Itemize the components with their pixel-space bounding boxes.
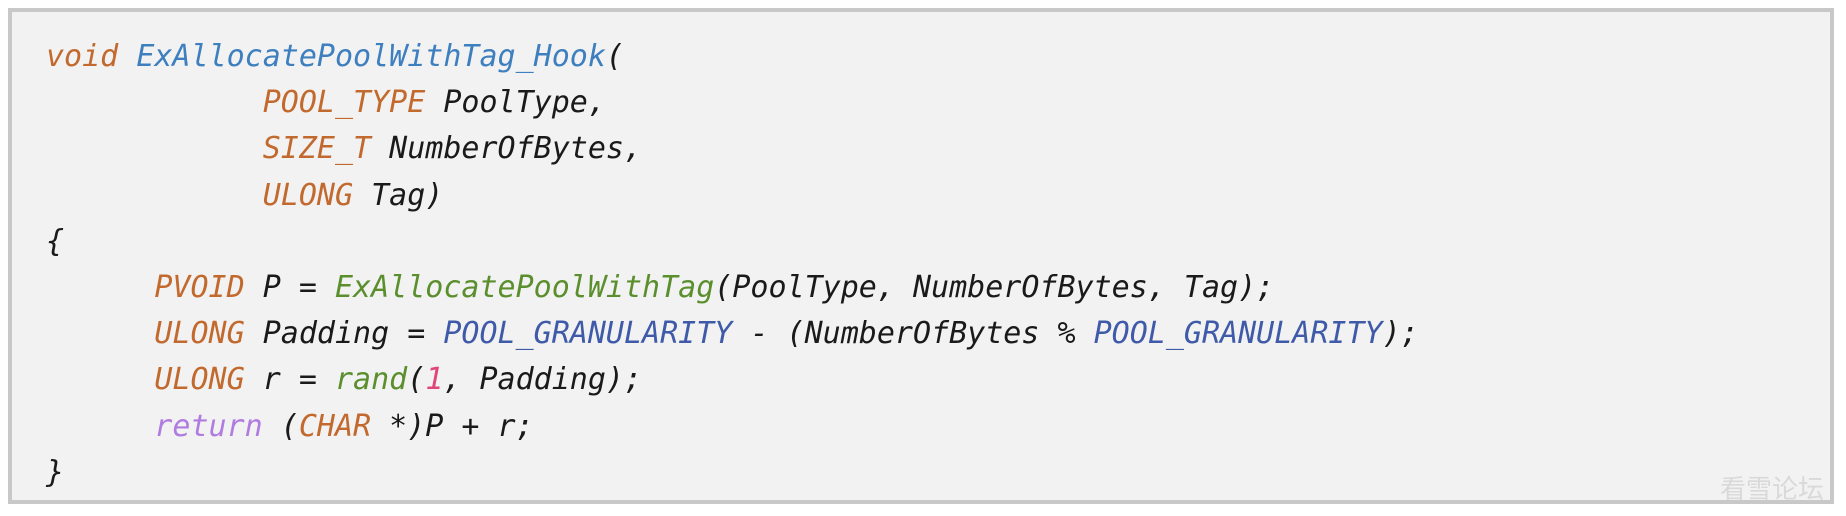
code-token-plain: Padding = [244, 316, 444, 352]
code-token-plain: P = [244, 269, 335, 305]
code-token-type: ULONG [154, 362, 245, 398]
code-token-plain: (PoolType, NumberOfBytes, Tag); [714, 269, 1275, 305]
code-line: ULONG Padding = POOL_GRANULARITY - (Numb… [46, 311, 1419, 357]
code-token-plain: NumberOfBytes, [371, 131, 643, 167]
code-token-plain: { [46, 223, 65, 259]
code-token-func-def: ExAllocatePoolWithTag_Hook [136, 39, 606, 74]
code-block: void ExAllocatePoolWithTag_Hook( POOL_TY… [8, 8, 1834, 504]
code-token-plain: - (NumberOfBytes % [732, 316, 1094, 352]
code-token-type: PVOID [154, 269, 245, 305]
code-line: } [46, 450, 1419, 496]
code-token-plain: ( [605, 39, 624, 74]
code-line: void ExAllocatePoolWithTag_Hook( [46, 34, 1419, 80]
code-token-return: return [154, 408, 263, 444]
code-token-plain: Tag) [353, 177, 444, 213]
code-token-type: CHAR [298, 408, 372, 444]
code-token-num: 1 [425, 362, 444, 398]
code-line: POOL_TYPE PoolType, [46, 80, 1419, 126]
code-token-plain: ( [407, 362, 426, 398]
code-listing: void ExAllocatePoolWithTag_Hook( POOL_TY… [46, 34, 1419, 496]
code-token-func-call: ExAllocatePoolWithTag [335, 269, 715, 305]
code-line: return (CHAR *)P + r; [46, 404, 1419, 450]
code-token-plain: , Padding); [443, 362, 643, 398]
code-token-plain: } [46, 454, 65, 490]
code-token-plain: ); [1382, 316, 1419, 352]
code-token-const: POOL_GRANULARITY [443, 316, 733, 352]
code-token-plain: *)P + r; [371, 408, 534, 444]
watermark: 看雪论坛 [1720, 469, 1824, 506]
code-token-func-call: rand [335, 362, 408, 398]
code-token-type: void [46, 39, 119, 74]
watermark-text: 看雪论坛 [1719, 475, 1824, 505]
code-token-const: POOL_GRANULARITY [1093, 316, 1383, 352]
code-token-plain: ( [262, 408, 299, 444]
code-line: { [46, 219, 1419, 265]
code-token-type: POOL_TYPE [262, 85, 426, 121]
code-line: ULONG Tag) [46, 173, 1419, 219]
code-token-type: ULONG [262, 177, 354, 213]
code-token-type: ULONG [154, 316, 245, 352]
code-token-plain: r = [244, 362, 335, 398]
code-token-type: SIZE_T [262, 131, 372, 167]
code-line: ULONG r = rand(1, Padding); [46, 357, 1419, 403]
code-line: PVOID P = ExAllocatePoolWithTag(PoolType… [46, 265, 1419, 311]
code-token-plain: PoolType, [425, 85, 606, 121]
code-line: SIZE_T NumberOfBytes, [46, 126, 1419, 172]
